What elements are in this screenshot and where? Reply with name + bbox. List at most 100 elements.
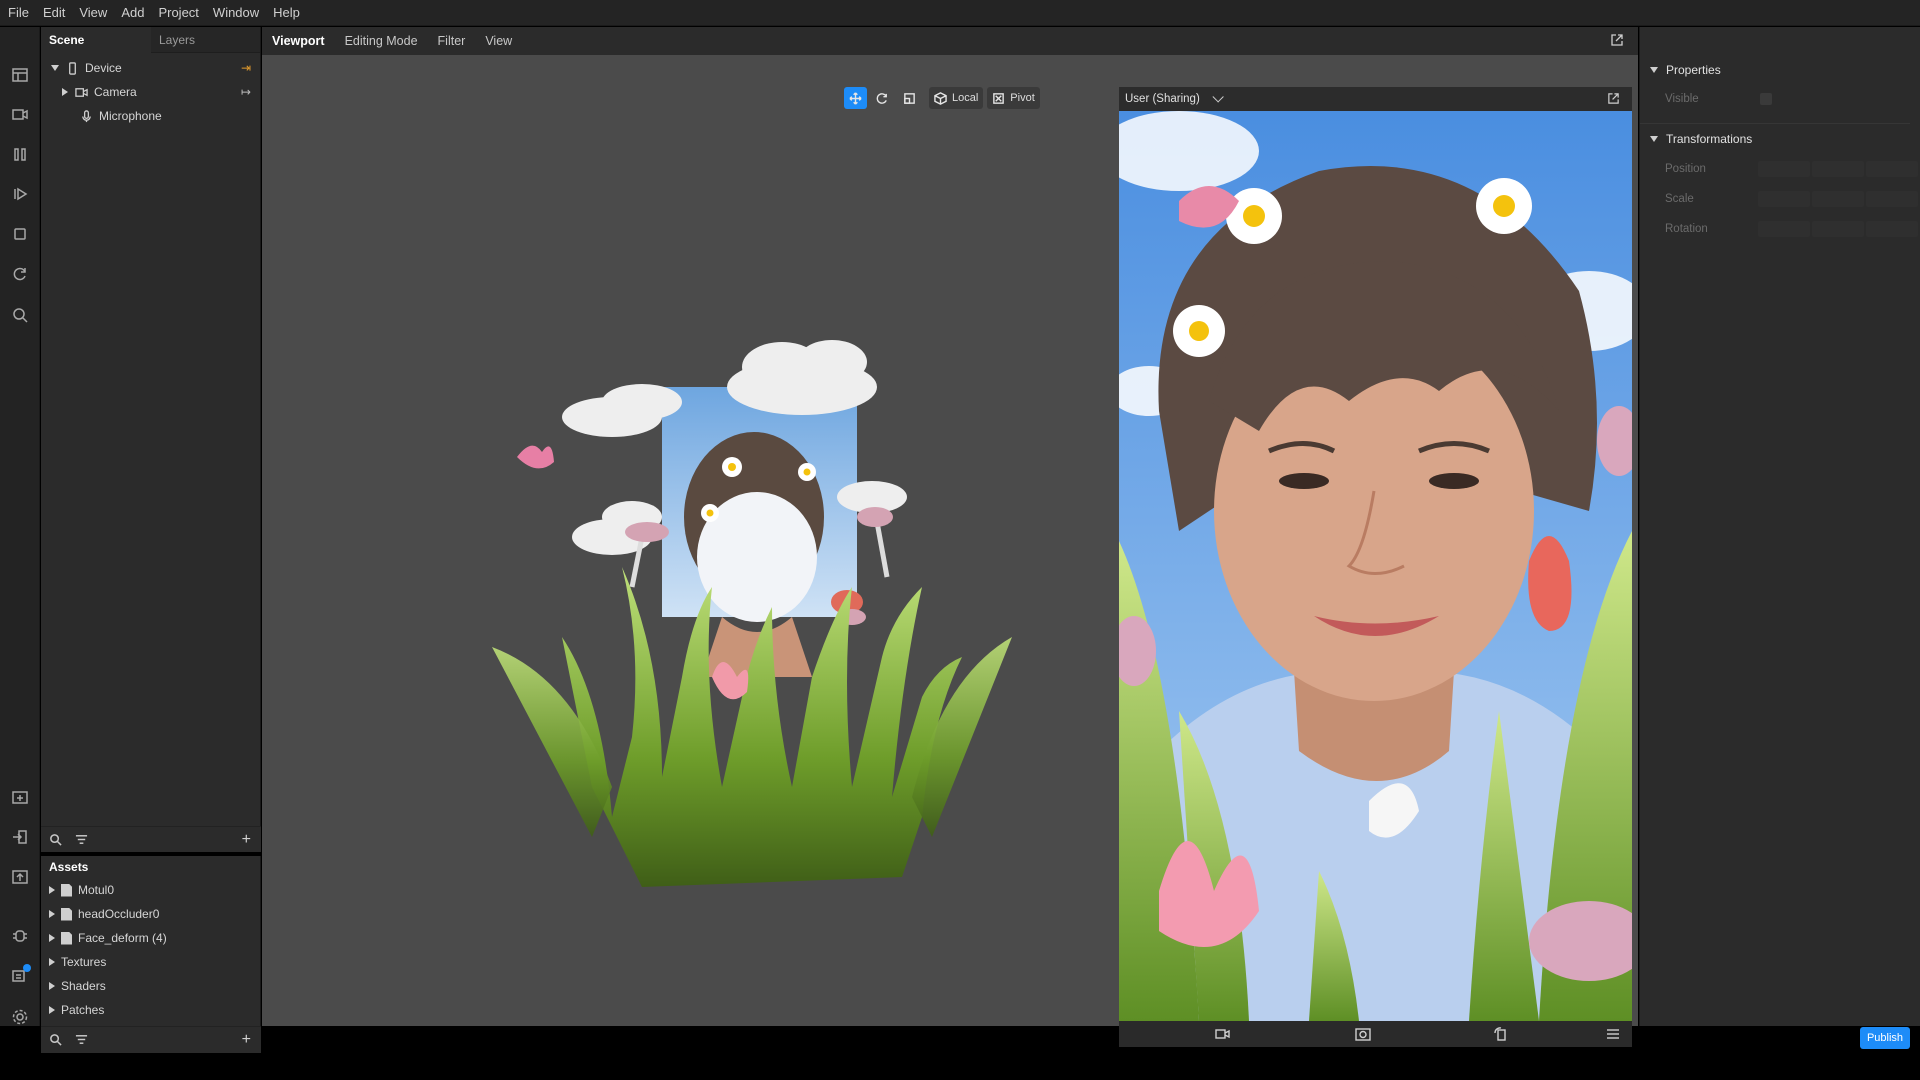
local-toggle-button[interactable]: Local (929, 87, 984, 109)
preview-panel: User (Sharing) (1119, 87, 1632, 1047)
asset-label: Motul0 (78, 883, 115, 897)
expand-toggle[interactable] (51, 65, 59, 71)
asset-item[interactable]: Shaders (41, 974, 260, 998)
scale-z-field[interactable] (1866, 191, 1918, 207)
divider (1640, 123, 1910, 124)
menu-file[interactable]: File (8, 5, 29, 20)
asset-item[interactable]: headOccluder0 (41, 902, 260, 926)
menu-view[interactable]: View (79, 5, 107, 20)
asset-item[interactable]: Face_deform (4) (41, 926, 260, 950)
video-icon[interactable] (1215, 1027, 1231, 1041)
tab-layers[interactable]: Layers (151, 27, 203, 53)
rotation-y-field[interactable] (1812, 221, 1864, 237)
asset-item[interactable]: Motul0 (41, 878, 260, 902)
visible-label: Visible (1665, 93, 1699, 105)
menu-help[interactable]: Help (273, 5, 300, 20)
add-scene-item-button[interactable]: + (242, 831, 251, 849)
cube-icon (934, 91, 947, 105)
pivot-toggle-button[interactable]: Pivot (987, 87, 1040, 109)
preview-camera-feed[interactable] (1119, 111, 1632, 1021)
move-icon (849, 91, 862, 105)
asset-item[interactable]: Patches (41, 998, 260, 1022)
add-asset-button[interactable]: + (242, 1031, 251, 1049)
scene-item-device[interactable]: Device ⇥ (41, 57, 261, 79)
stop-icon[interactable] (10, 224, 30, 244)
menu-icon[interactable] (1605, 1027, 1621, 1041)
search-icon[interactable] (49, 1033, 63, 1047)
rotation-label: Rotation (1665, 223, 1708, 235)
filter-icon[interactable] (75, 833, 89, 847)
collapse-toggle[interactable] (1650, 67, 1658, 73)
scene-panel: Scene Layers Device ⇥ Camera ↦ Microphon… (41, 26, 261, 827)
scale-x-field[interactable] (1758, 191, 1810, 207)
filter-icon[interactable] (75, 1033, 89, 1047)
publish-button[interactable]: Publish (1860, 1027, 1910, 1049)
asset-label: Textures (61, 955, 107, 969)
rotate-tool-button[interactable] (871, 87, 894, 109)
search-icon[interactable] (10, 305, 30, 325)
scale-y-field[interactable] (1812, 191, 1864, 207)
move-tool-button[interactable] (844, 87, 867, 109)
search-icon[interactable] (49, 833, 63, 847)
expand-toggle[interactable] (49, 958, 55, 966)
expand-toggle[interactable] (49, 934, 55, 942)
scale-tool-button[interactable] (898, 87, 921, 109)
preview-source-select[interactable]: User (Sharing) (1125, 93, 1200, 105)
scene-item-label: Microphone (99, 109, 162, 123)
play-icon[interactable] (10, 184, 30, 204)
file-icon (61, 931, 72, 945)
scene-item-action[interactable]: ↦ (241, 85, 251, 99)
gear-icon[interactable] (10, 1007, 30, 1027)
file-icon (61, 907, 72, 921)
pivot-label: Pivot (1010, 92, 1035, 104)
rotation-x-field[interactable] (1758, 221, 1810, 237)
scene-item-microphone[interactable]: Microphone (41, 105, 261, 127)
popout-icon[interactable] (1607, 92, 1620, 105)
position-z-field[interactable] (1866, 161, 1918, 177)
position-y-field[interactable] (1812, 161, 1864, 177)
expand-toggle[interactable] (49, 982, 55, 990)
layout-icon[interactable] (10, 65, 30, 85)
expand-toggle[interactable] (49, 910, 55, 918)
asset-item[interactable]: Textures (41, 950, 260, 974)
scene-item-action[interactable]: ⇥ (241, 61, 251, 75)
properties-section-header[interactable]: Properties (1640, 57, 1920, 83)
menu-window[interactable]: Window (213, 5, 259, 20)
upload-icon[interactable] (10, 867, 30, 887)
transformations-section-header[interactable]: Transformations (1640, 126, 1920, 152)
pause-icon[interactable] (10, 144, 30, 164)
screenshot-icon[interactable] (1355, 1027, 1371, 1041)
scene-render[interactable] (492, 317, 1012, 917)
expand-toggle[interactable] (49, 1006, 55, 1014)
camera-icon (74, 85, 88, 99)
tab-scene[interactable]: Scene (41, 26, 151, 53)
properties-panel: Properties Visible Transformations Posit… (1639, 27, 1920, 1026)
tab-viewport[interactable]: Viewport (272, 34, 325, 48)
properties-title: Properties (1666, 63, 1721, 77)
menu-project[interactable]: Project (158, 5, 198, 20)
expand-toggle[interactable] (49, 886, 55, 894)
menu-edit[interactable]: Edit (43, 5, 65, 20)
bug-icon[interactable] (10, 925, 30, 945)
assets-title: Assets (49, 860, 89, 874)
chevron-down-icon[interactable] (1212, 91, 1224, 103)
file-icon (61, 883, 72, 897)
asset-label: headOccluder0 (78, 907, 160, 921)
rotation-z-field[interactable] (1866, 221, 1918, 237)
camera-icon[interactable] (10, 104, 30, 124)
menu-add[interactable]: Add (121, 5, 144, 20)
tab-editing-mode[interactable]: Editing Mode (345, 34, 418, 48)
import-icon[interactable] (10, 787, 30, 807)
tab-view[interactable]: View (485, 34, 512, 48)
tab-filter[interactable]: Filter (438, 34, 466, 48)
position-x-field[interactable] (1758, 161, 1810, 177)
login-icon[interactable] (10, 827, 30, 847)
visible-checkbox[interactable] (1760, 93, 1772, 105)
popout-icon[interactable] (1610, 33, 1624, 47)
rotate-device-icon[interactable] (1493, 1027, 1509, 1041)
scene-item-camera[interactable]: Camera ↦ (41, 81, 261, 103)
viewport-tabs: Viewport Editing Mode Filter View (262, 27, 1638, 55)
collapse-toggle[interactable] (1650, 136, 1658, 142)
expand-toggle[interactable] (62, 88, 68, 96)
refresh-icon[interactable] (10, 264, 30, 284)
